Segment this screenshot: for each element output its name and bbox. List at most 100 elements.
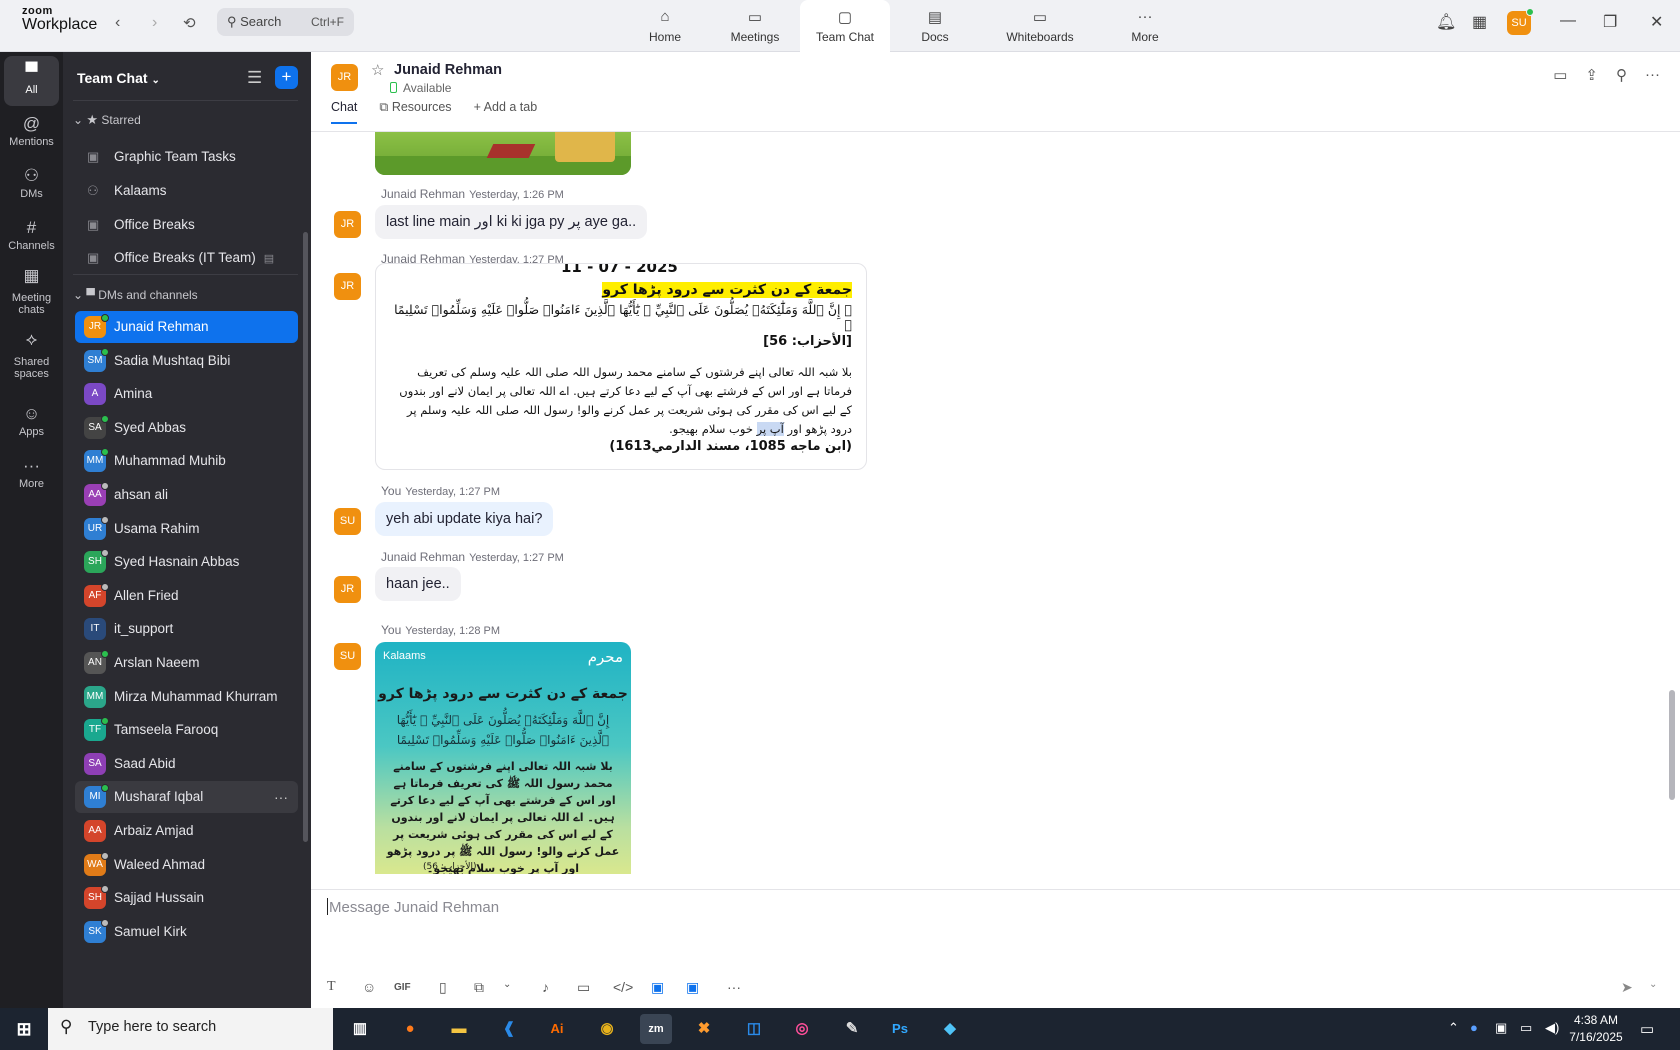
tab-more[interactable]: ··· More xyxy=(1100,0,1190,52)
rail-mentions[interactable]: @ Mentions xyxy=(4,108,59,154)
taskbar-clock[interactable]: 4:38 AM 7/16/2025 xyxy=(1567,1012,1625,1046)
back-icon[interactable]: ‹ xyxy=(115,14,120,32)
starred-channel-item[interactable]: ▣ Office Breaks xyxy=(75,209,298,241)
dm-item[interactable]: AA Arbaiz Amjad xyxy=(75,815,298,847)
starred-channel-item[interactable]: ⚇ Kalaams xyxy=(75,175,298,207)
more-options-icon[interactable]: ··· xyxy=(274,781,288,813)
task-view-icon[interactable]: ▥ xyxy=(344,1014,376,1044)
search-input[interactable]: ⚲ Search Ctrl+F xyxy=(217,8,354,36)
sender-avatar[interactable]: SU xyxy=(334,643,361,670)
history-icon[interactable]: ⟲ xyxy=(183,14,196,32)
pen-tool-icon[interactable]: ✎ xyxy=(836,1014,868,1044)
sender-avatar[interactable]: JR xyxy=(334,211,361,238)
dm-item[interactable]: UR Usama Rahim xyxy=(75,513,298,545)
dm-item[interactable]: AF Allen Fried xyxy=(75,580,298,612)
starred-section-header[interactable]: ⌄ ★ Starred xyxy=(73,112,141,128)
video-call-icon[interactable]: ▭ xyxy=(1553,66,1567,84)
file-explorer-icon[interactable]: ▬ xyxy=(443,1014,475,1044)
search-icon[interactable]: ⚲ xyxy=(1616,66,1627,84)
minimize-icon[interactable]: — xyxy=(1560,12,1576,30)
tab-docs[interactable]: ▤ Docs xyxy=(890,0,980,52)
tab-resources[interactable]: ⧉ Resources xyxy=(379,100,451,124)
dms-section-header[interactable]: ⌄ ▀ DMs and channels xyxy=(73,288,198,302)
add-tab-button[interactable]: + Add a tab xyxy=(474,100,538,124)
dm-item[interactable]: SH Sajjad Hussain xyxy=(75,882,298,914)
sender-avatar[interactable]: SU xyxy=(334,508,361,535)
outlook-icon[interactable]: ◫ xyxy=(738,1014,770,1044)
calendar-icon[interactable]: ▦ xyxy=(1472,12,1487,32)
dm-item[interactable]: SM Sadia Mushtaq Bibi xyxy=(75,345,298,377)
zoom-tray-icon[interactable]: ● xyxy=(1470,1020,1478,1035)
star-outline-icon[interactable]: ☆ xyxy=(371,61,384,79)
screenshot-icon[interactable]: ⧉ xyxy=(474,979,484,996)
message-bubble[interactable]: haan jee.. xyxy=(375,567,461,601)
firefox-icon[interactable]: ● xyxy=(394,1014,426,1044)
creative-cloud-icon[interactable]: ◎ xyxy=(786,1014,818,1044)
rail-channels[interactable]: # Channels xyxy=(4,212,59,258)
app-icon[interactable]: ▣ xyxy=(651,979,664,996)
code-icon[interactable]: </> xyxy=(613,979,633,995)
file-icon[interactable]: ▯ xyxy=(439,979,447,996)
tray-app-icon[interactable]: ▣ xyxy=(1495,1020,1507,1036)
more-options-icon[interactable]: ··· xyxy=(1645,66,1660,84)
rail-all[interactable]: ▀ All xyxy=(4,56,59,106)
sender-name[interactable]: You xyxy=(381,623,401,637)
urdu-text-message[interactable]: 11 - 07 - 2025 جمعة کے دن کثرت سے درود پ… xyxy=(375,263,867,470)
maximize-icon[interactable]: ❐ xyxy=(1603,12,1617,32)
sender-name[interactable]: Junaid Rehman xyxy=(381,187,465,201)
dm-item[interactable]: SK Samuel Kirk xyxy=(75,916,298,948)
dm-item[interactable]: JR Junaid Rehman xyxy=(75,311,298,343)
windows-start-icon[interactable]: ⊞ xyxy=(8,1014,40,1044)
message-input[interactable]: Message Junaid Rehman xyxy=(327,898,499,916)
contact-avatar[interactable]: JR xyxy=(331,64,358,91)
dm-item[interactable]: MM Muhammad Muhib xyxy=(75,445,298,477)
dm-item[interactable]: AA ahsan ali xyxy=(75,479,298,511)
dm-item[interactable]: A Amina xyxy=(75,378,298,410)
new-chat-button[interactable]: + xyxy=(275,66,298,89)
rail-more[interactable]: ··· More xyxy=(4,450,59,496)
dm-item[interactable]: SA Syed Abbas xyxy=(75,412,298,444)
app-taskbar-icon[interactable]: ◆ xyxy=(934,1014,966,1044)
gif-icon[interactable]: GIF xyxy=(394,982,411,993)
image-attachment[interactable] xyxy=(375,132,631,175)
send-icon[interactable]: ➤ xyxy=(1621,979,1633,996)
xampp-icon[interactable]: ✖ xyxy=(688,1014,720,1044)
rail-shared-spaces[interactable]: ⟡ Shared spaces xyxy=(4,328,59,386)
rail-apps[interactable]: ☺ Apps xyxy=(4,398,59,444)
dm-item[interactable]: SA Saad Abid xyxy=(75,748,298,780)
notification-center-icon[interactable]: ▭ xyxy=(1640,1020,1654,1038)
rail-meeting-chats[interactable]: ▦ Meeting chats xyxy=(4,264,59,322)
text-format-icon[interactable]: T xyxy=(327,979,336,995)
video-message-icon[interactable]: ▭ xyxy=(577,979,590,996)
sidebar-scrollbar[interactable] xyxy=(303,232,308,842)
dm-item[interactable]: SH Syed Hasnain Abbas xyxy=(75,546,298,578)
app-icon[interactable]: ▣ xyxy=(686,979,699,996)
message-bubble[interactable]: last line main اور ki ki jga py پر aye g… xyxy=(375,205,648,239)
photoshop-icon[interactable]: Ps xyxy=(884,1014,916,1044)
rail-dms[interactable]: ⚇ DMs xyxy=(4,160,59,206)
tab-meetings[interactable]: ▭ Meetings xyxy=(710,0,800,52)
zoom-taskbar-icon[interactable]: zm xyxy=(640,1014,672,1044)
notification-bell-icon[interactable]: 🔔︎ xyxy=(1436,12,1456,32)
volume-icon[interactable]: ◀) xyxy=(1545,1020,1559,1036)
emoji-icon[interactable]: ☺ xyxy=(362,979,376,995)
more-icon[interactable]: ··· xyxy=(727,979,741,995)
tab-team-chat[interactable]: ▢ Team Chat xyxy=(800,0,890,52)
tab-home[interactable]: ⌂ Home xyxy=(620,0,710,52)
contact-name[interactable]: Junaid Rehman xyxy=(394,62,502,78)
illustrator-icon[interactable]: Ai xyxy=(541,1014,573,1044)
tray-chevron-icon[interactable]: ⌃ xyxy=(1448,1020,1459,1036)
chrome-icon[interactable]: ◉ xyxy=(591,1014,623,1044)
chevron-down-icon[interactable]: ⌄ xyxy=(1649,979,1657,990)
chevron-down-icon[interactable]: ⌄ xyxy=(503,979,511,990)
dm-item[interactable]: IT it_support xyxy=(75,613,298,645)
poster-image-attachment[interactable]: Kalaams محرم جمعة کے دن کثرت سے درود پڑھ… xyxy=(375,642,631,874)
forward-icon[interactable]: › xyxy=(152,14,157,32)
dm-item[interactable]: MM Mirza Muhammad Khurram xyxy=(75,681,298,713)
dm-item[interactable]: TF Tamseela Farooq xyxy=(75,714,298,746)
dm-item[interactable]: AN Arslan Naeem xyxy=(75,647,298,679)
dm-item[interactable]: WA Waleed Ahmad xyxy=(75,849,298,881)
chat-scrollbar[interactable] xyxy=(1669,690,1675,800)
filter-icon[interactable]: ☰ xyxy=(247,68,262,88)
microphone-icon[interactable]: ♪ xyxy=(542,979,549,995)
